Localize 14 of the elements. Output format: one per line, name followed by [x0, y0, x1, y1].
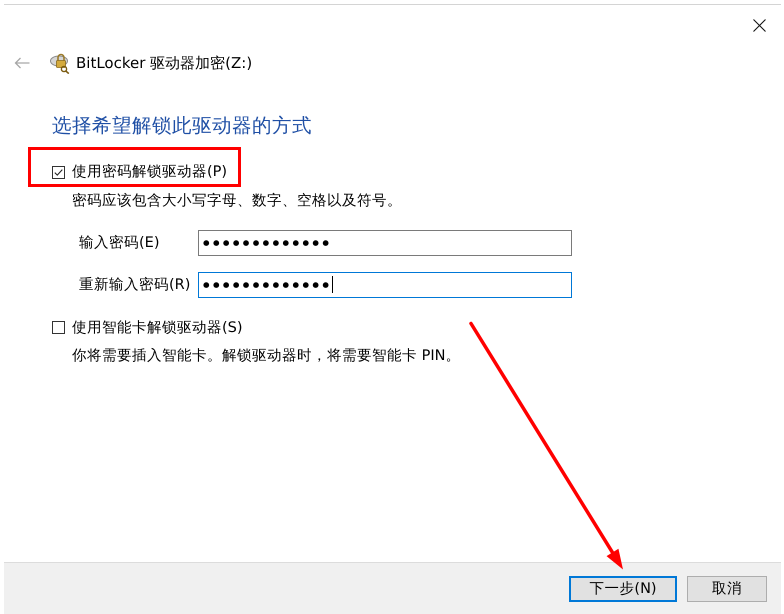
instruction-heading: 选择希望解锁此驱动器的方式: [52, 113, 312, 139]
checkbox[interactable]: [52, 321, 65, 334]
padlock-icon: [50, 52, 70, 74]
checkbox-label[interactable]: 使用密码解锁驱动器(P): [72, 162, 228, 182]
close-icon[interactable]: [753, 19, 766, 32]
window-title: BitLocker 驱动器加密(Z:): [76, 53, 252, 73]
checkbox[interactable]: [52, 166, 65, 178]
field-label: 重新输入密码(R): [79, 276, 192, 294]
hint-text: 你将需要插入智能卡。解锁驱动器时，将需要智能卡 PIN。: [72, 347, 460, 366]
checkbox-label[interactable]: 使用智能卡解锁驱动器(S): [72, 318, 243, 338]
dialog-button[interactable]: 下一步(N): [569, 576, 677, 602]
field-label: 输入密码(E): [79, 234, 160, 252]
hint-text: 密码应该包含大小写字母、数字、空格以及符号。: [72, 192, 402, 210]
dialog-button[interactable]: 取消: [687, 576, 767, 602]
